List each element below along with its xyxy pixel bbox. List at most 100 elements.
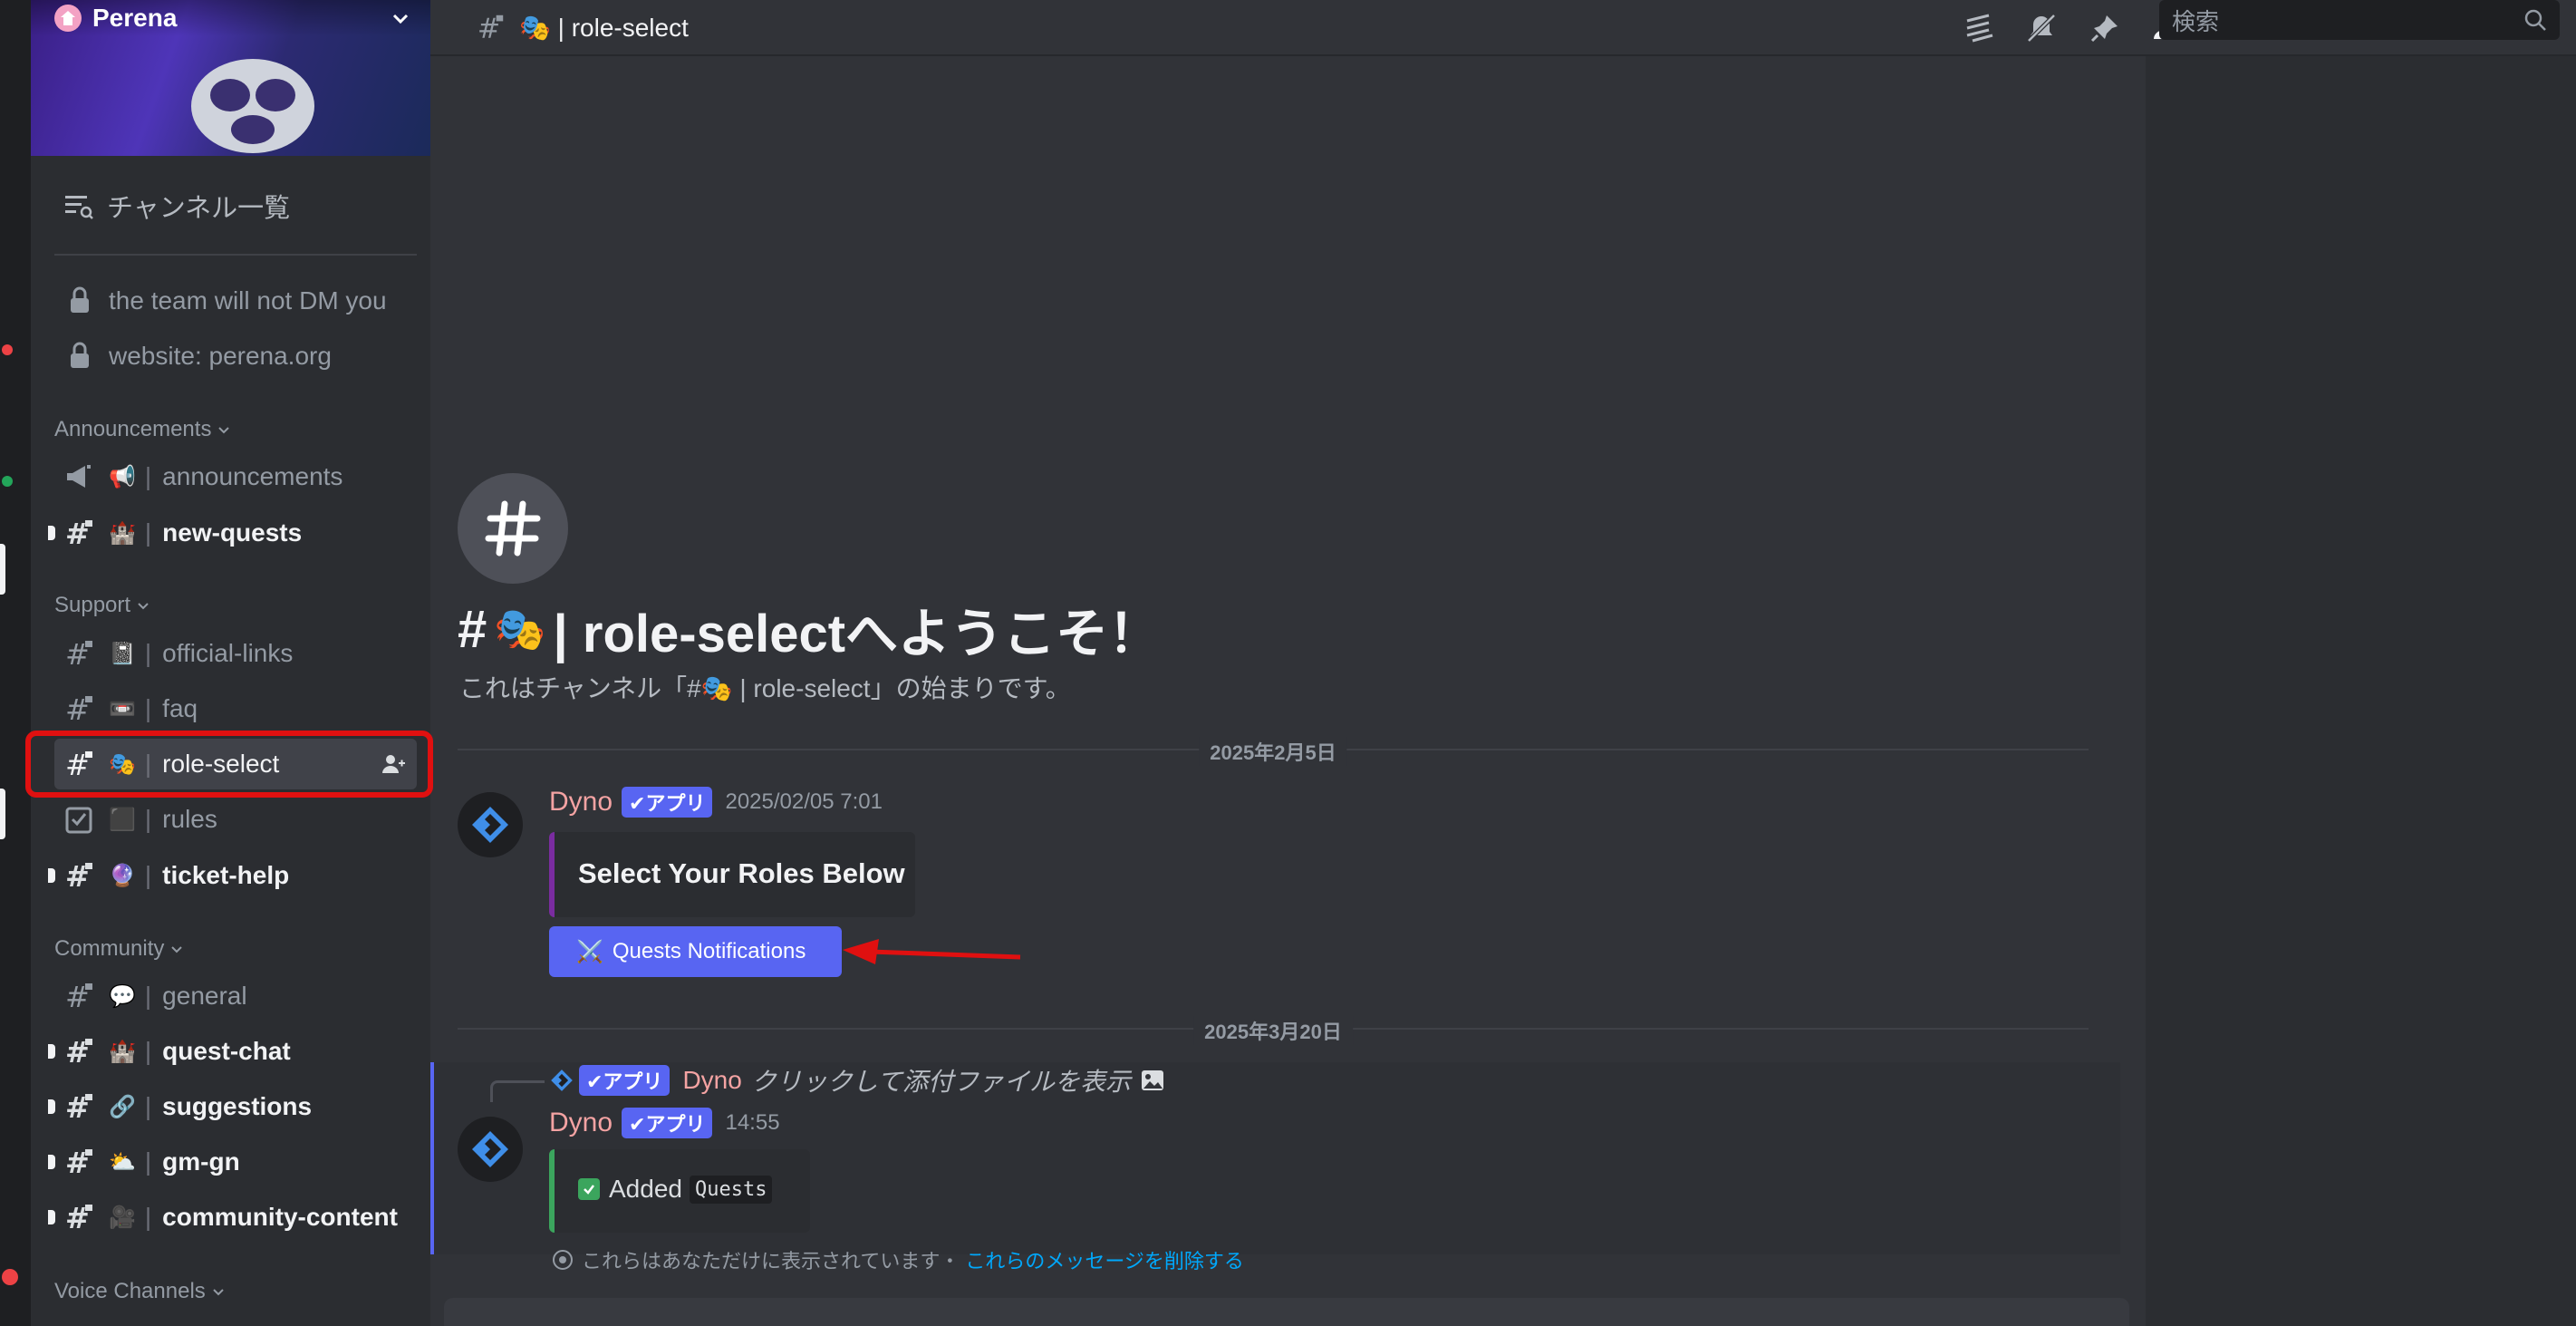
welcome-subtitle: これはチャンネル「#🎭 | role-select」の始まりです。 bbox=[459, 674, 1071, 702]
button-label: Quests Notifications bbox=[612, 939, 806, 963]
date-divider: 2025年2月5日 bbox=[458, 737, 2089, 766]
server-icon bbox=[54, 5, 82, 32]
avatar[interactable] bbox=[458, 792, 523, 857]
channel-separator: | bbox=[144, 982, 152, 1010]
message-embed: Select Your Roles Below bbox=[549, 832, 915, 917]
sidebar-item-gm-gn[interactable]: # ⛅ | gm-gn bbox=[48, 1137, 417, 1187]
channel-emoji: ⛅ bbox=[109, 1149, 136, 1175]
rail-mention-badge[interactable] bbox=[2, 1269, 18, 1285]
message-header: Dyno ✔アプリ 14:55 bbox=[549, 1108, 780, 1138]
channel-separator: | bbox=[144, 694, 152, 722]
unread-indicator bbox=[48, 1210, 55, 1224]
date-divider-label: 2025年2月5日 bbox=[1199, 737, 1347, 766]
rail-notification-badge[interactable] bbox=[2, 344, 13, 355]
sidebar-item-label: gm-gn bbox=[162, 1147, 240, 1176]
sidebar-item-general[interactable]: # 💬 | general bbox=[54, 971, 417, 1021]
sidebar-item-team-notice[interactable]: the team will not DM you bbox=[54, 276, 417, 326]
sidebar-item-new-quests[interactable]: # 🏰 | new-quests bbox=[48, 508, 417, 558]
embed-content: Added Quests bbox=[578, 1175, 773, 1204]
category-voice-channels[interactable]: Voice Channels bbox=[54, 1273, 226, 1310]
welcome-emoji: 🎭 bbox=[494, 605, 546, 653]
search-icon bbox=[2524, 9, 2546, 31]
rail-server-icon[interactable] bbox=[2, 476, 13, 487]
hash-lock-icon: # bbox=[65, 517, 92, 549]
dyno-logo-icon bbox=[551, 1070, 573, 1091]
channel-separator: | bbox=[144, 462, 152, 490]
header-toolbar bbox=[1962, 0, 2185, 56]
channel-sidebar: Perena チャンネル一覧 the team will not DM you … bbox=[31, 0, 430, 1326]
sidebar-item-quest-chat[interactable]: # 🏰 | quest-chat bbox=[48, 1026, 417, 1077]
search-input[interactable]: 検索 bbox=[2159, 0, 2560, 40]
channel-separator: | bbox=[144, 1203, 152, 1231]
reply-author: Dyno bbox=[682, 1066, 742, 1094]
channel-emoji: 🔗 bbox=[109, 1094, 136, 1119]
channel-separator: | bbox=[144, 639, 152, 667]
server-header[interactable]: Perena bbox=[31, 0, 430, 36]
sidebar-item-label: website: perena.org bbox=[109, 342, 332, 370]
message-author[interactable]: Dyno bbox=[549, 1108, 613, 1138]
chevron-down-icon[interactable] bbox=[391, 8, 410, 28]
sidebar-item-label: general bbox=[162, 982, 247, 1010]
channel-list-icon bbox=[65, 196, 93, 219]
channel-emoji: ⬛ bbox=[109, 807, 136, 832]
message-composer[interactable] bbox=[444, 1298, 2129, 1326]
reply-text: クリックして添付ファイルを表示 bbox=[750, 1068, 1131, 1096]
date-divider: 2025年3月20日 bbox=[458, 1016, 2089, 1045]
sidebar-item-faq[interactable]: # 📼 | faq bbox=[54, 683, 417, 734]
sidebar-item-official-links[interactable]: # 📓 | official-links bbox=[54, 628, 417, 679]
sidebar-item-rules[interactable]: ⬛ | rules bbox=[54, 794, 417, 845]
rail-unread-indicator bbox=[0, 789, 5, 839]
category-label: Community bbox=[54, 936, 165, 961]
checkmark-icon bbox=[578, 1178, 600, 1200]
annotation-arrow bbox=[843, 939, 1021, 964]
threads-icon[interactable] bbox=[1962, 12, 1994, 44]
dyno-logo-icon bbox=[472, 1131, 508, 1167]
category-label: Support bbox=[54, 593, 131, 617]
notification-muted-icon[interactable] bbox=[2025, 12, 2058, 44]
message-author[interactable]: Dyno bbox=[549, 787, 613, 818]
lock-icon bbox=[71, 342, 89, 368]
hash-lock-icon: # bbox=[65, 1035, 92, 1068]
sidebar-item-label: ticket-help bbox=[162, 861, 290, 889]
sidebar-item-ticket-help[interactable]: # 🔮 | ticket-help bbox=[48, 850, 417, 901]
category-support[interactable]: Support bbox=[54, 587, 150, 624]
channel-emoji: 🏰 bbox=[109, 520, 136, 546]
hash-lock-icon: # bbox=[65, 980, 92, 1012]
channel-emoji: 🎥 bbox=[109, 1205, 136, 1230]
app-badge: ✔アプリ bbox=[579, 1065, 671, 1096]
browse-channels[interactable]: チャンネル一覧 bbox=[54, 179, 417, 232]
megaphone-icon bbox=[67, 465, 91, 488]
ephemeral-note: これらはあなただけに表示されています・ これらのメッセージを削除する bbox=[551, 1245, 1244, 1274]
server-banner[interactable]: Perena bbox=[31, 0, 430, 156]
app-badge: ✔アプリ bbox=[622, 1108, 713, 1138]
sidebar-item-label: community-content bbox=[162, 1203, 398, 1231]
sidebar-item-label: the team will not DM you bbox=[109, 286, 387, 315]
sidebar-item-website[interactable]: website: perena.org bbox=[54, 331, 417, 382]
sidebar-item-label: quest-chat bbox=[162, 1037, 291, 1065]
rail-selection-indicator bbox=[0, 544, 5, 595]
category-community[interactable]: Community bbox=[54, 931, 184, 967]
welcome-hash: # bbox=[458, 599, 487, 659]
chevron-down-icon bbox=[213, 1289, 224, 1296]
avatar[interactable] bbox=[458, 1117, 523, 1182]
hash-lock-icon: # bbox=[65, 637, 92, 670]
message-header: Dyno ✔アプリ 2025/02/05 7:01 bbox=[549, 787, 883, 818]
sidebar-item-label: announcements bbox=[162, 462, 343, 490]
date-divider-label: 2025年3月20日 bbox=[1193, 1016, 1353, 1045]
reply-preview[interactable]: ✔アプリ Dyno クリックして添付ファイルを表示 bbox=[550, 1062, 1165, 1099]
server-rail bbox=[0, 0, 31, 1326]
sidebar-item-label: faq bbox=[162, 694, 198, 722]
dismiss-message-link[interactable]: これらのメッセージを削除する bbox=[965, 1245, 1244, 1274]
sidebar-item-suggestions[interactable]: # 🔗 | suggestions bbox=[48, 1081, 417, 1132]
channel-emoji: 📓 bbox=[109, 641, 136, 666]
channel-title-text: 🎭 | role-select bbox=[519, 13, 689, 42]
embed-text: Added bbox=[609, 1175, 682, 1203]
quests-notifications-button[interactable]: ⚔️ Quests Notifications bbox=[549, 926, 842, 977]
chevron-down-icon bbox=[138, 603, 149, 610]
pin-icon[interactable] bbox=[2089, 12, 2121, 44]
sidebar-item-label: rules bbox=[162, 805, 217, 833]
hash-lock-icon: # bbox=[65, 1201, 92, 1234]
category-announcements[interactable]: Announcements bbox=[54, 411, 231, 448]
sidebar-item-announcements[interactable]: 📢 | announcements bbox=[54, 451, 417, 502]
sidebar-item-community-content[interactable]: # 🎥 | community-content bbox=[48, 1192, 417, 1243]
